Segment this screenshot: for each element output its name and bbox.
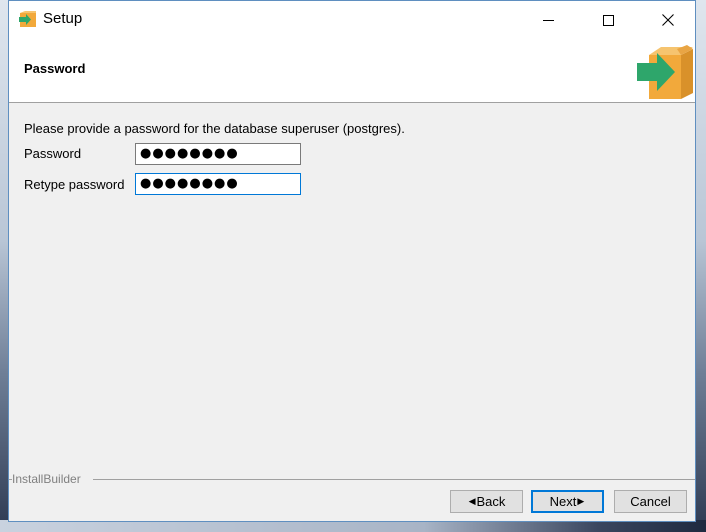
- footer-divider: [93, 479, 695, 480]
- installer-box-arrow-icon: [637, 45, 693, 99]
- password-prompt: Please provide a password for the databa…: [24, 121, 405, 136]
- retype-password-label: Retype password: [24, 177, 125, 192]
- title-bar: Setup: [9, 1, 695, 39]
- back-button[interactable]: ◀ Back: [450, 490, 523, 513]
- installbuilder-brand: InstallBuilder: [12, 472, 81, 486]
- next-button-label: Next: [549, 494, 577, 509]
- minimize-icon: [542, 19, 554, 21]
- chevron-left-icon: ◀: [468, 496, 476, 506]
- password-label: Password: [24, 146, 82, 161]
- cancel-button[interactable]: Cancel: [614, 490, 687, 513]
- cancel-button-label: Cancel: [630, 494, 671, 509]
- password-input[interactable]: ●●●●●●●●: [135, 143, 301, 165]
- page-header: Password: [9, 39, 695, 103]
- maximize-button[interactable]: [585, 1, 631, 39]
- close-button[interactable]: [645, 1, 691, 39]
- retype-password-input[interactable]: ●●●●●●●●: [135, 173, 301, 195]
- close-icon: [662, 14, 674, 26]
- window-title: Setup: [43, 10, 83, 27]
- maximize-icon: [602, 14, 614, 26]
- minimize-button[interactable]: [525, 1, 571, 39]
- page-title: Password: [24, 61, 86, 76]
- setup-window: Setup Password Please provide a password…: [8, 0, 696, 522]
- chevron-right-icon: ▶: [577, 496, 585, 506]
- installer-box-arrow-icon: [19, 11, 36, 27]
- back-button-label: Back: [476, 494, 506, 509]
- next-button[interactable]: Next ▶: [531, 490, 604, 513]
